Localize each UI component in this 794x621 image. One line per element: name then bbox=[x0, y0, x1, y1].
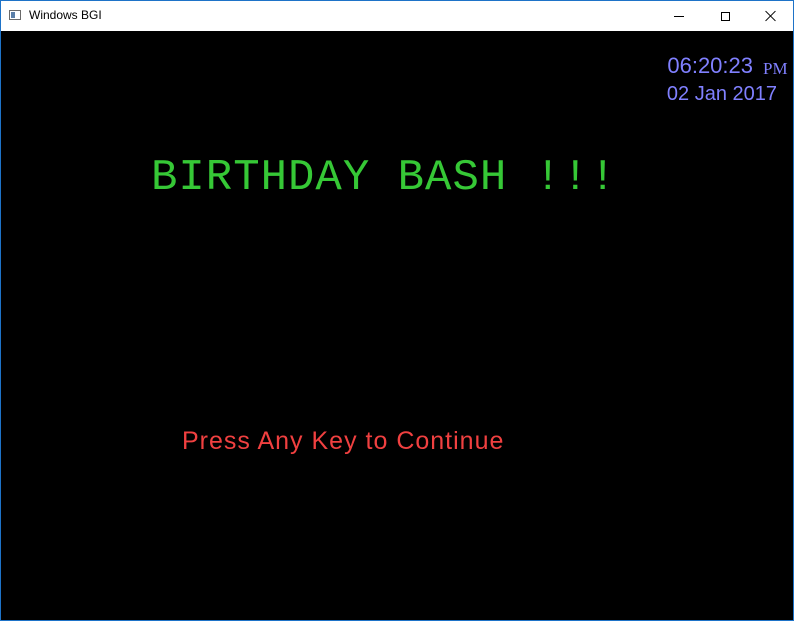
headline-text: BIRTHDAY BASH !!! bbox=[151, 153, 617, 203]
continue-prompt: Press Any Key to Continue bbox=[182, 427, 505, 455]
clock-date: 02 Jan 2017 bbox=[666, 83, 777, 105]
window-title: Windows BGI bbox=[29, 8, 102, 22]
app-window: Windows BGI 06:20:23 PM 02 Jan 2017 BIRT… bbox=[0, 0, 794, 621]
app-icon[interactable] bbox=[9, 10, 21, 20]
minimize-icon bbox=[674, 15, 684, 17]
graphics-canvas[interactable]: 06:20:23 PM 02 Jan 2017 BIRTHDAY BASH !!… bbox=[1, 31, 793, 620]
title-bar[interactable]: Windows BGI bbox=[1, 1, 793, 31]
minimize-button[interactable] bbox=[656, 1, 702, 31]
clock-ampm: PM bbox=[763, 59, 788, 78]
close-icon bbox=[765, 10, 777, 22]
clock-time: 06:20:23 bbox=[667, 53, 753, 78]
maximize-button[interactable] bbox=[702, 1, 748, 31]
close-button[interactable] bbox=[748, 1, 794, 31]
maximize-icon bbox=[720, 11, 730, 21]
